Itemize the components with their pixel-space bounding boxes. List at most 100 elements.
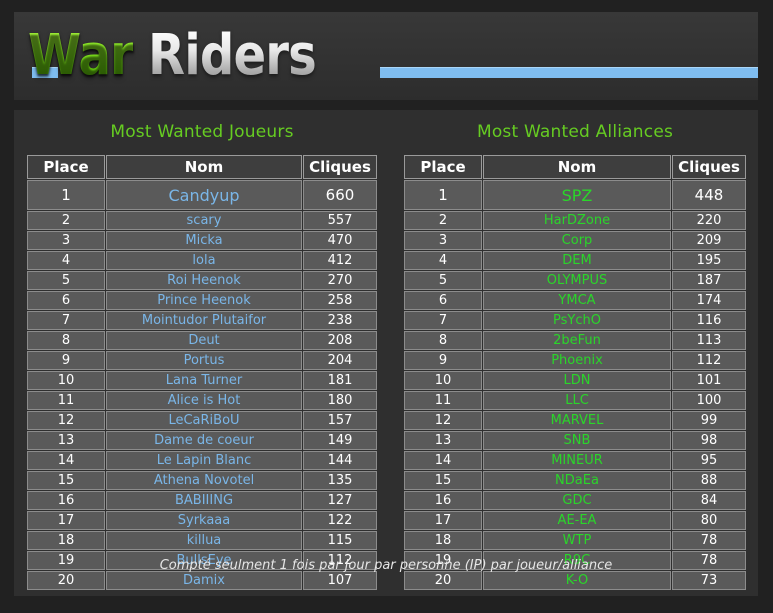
table-row[interactable]: 5 Roi Heenok 270 (27, 271, 377, 290)
table-row[interactable]: 16 BABIIING 127 (27, 491, 377, 510)
cell-clicks: 174 (672, 291, 746, 310)
cell-place: 11 (404, 391, 482, 410)
header-blue-rule (380, 67, 758, 78)
table-row[interactable]: 13 SNB 98 (404, 431, 746, 450)
column-header-name[interactable]: Nom (106, 155, 302, 179)
alliances-table: Place Nom Cliques 1 SPZ 448 2 HarDZone 220 3 Co… (403, 154, 747, 591)
cell-name[interactable]: Alice is Hot (106, 391, 302, 410)
cell-name[interactable]: Candyup (106, 180, 302, 210)
cell-name[interactable]: Damix (106, 571, 302, 590)
cell-name[interactable]: Micka (106, 231, 302, 250)
table-row[interactable]: 11 Alice is Hot 180 (27, 391, 377, 410)
table-row[interactable]: 3 Micka 470 (27, 231, 377, 250)
cell-name[interactable]: Portus (106, 351, 302, 370)
cell-place: 13 (404, 431, 482, 450)
cell-name[interactable]: Roi Heenok (106, 271, 302, 290)
cell-name[interactable]: SNB (483, 431, 671, 450)
cell-name[interactable]: K-O (483, 571, 671, 590)
table-row[interactable]: 6 Prince Heenok 258 (27, 291, 377, 310)
cell-place: 2 (27, 211, 105, 230)
table-row[interactable]: 18 killua 115 (27, 531, 377, 550)
cell-name[interactable]: PsYchO (483, 311, 671, 330)
cell-name[interactable]: BABIIING (106, 491, 302, 510)
cell-name[interactable]: Deut (106, 331, 302, 350)
table-row[interactable]: 11 LLC 100 (404, 391, 746, 410)
cell-name[interactable]: Phoenix (483, 351, 671, 370)
cell-name[interactable]: Lana Turner (106, 371, 302, 390)
cell-name[interactable]: SPZ (483, 180, 671, 210)
cell-name[interactable]: Prince Heenok (106, 291, 302, 310)
table-row[interactable]: 10 LDN 101 (404, 371, 746, 390)
table-row[interactable]: 4 lola 412 (27, 251, 377, 270)
table-row[interactable]: 15 Athena Novotel 135 (27, 471, 377, 490)
cell-name[interactable]: LLC (483, 391, 671, 410)
cell-name[interactable]: AE-EA (483, 511, 671, 530)
table-row[interactable]: 4 DEM 195 (404, 251, 746, 270)
table-row[interactable]: 14 MINEUR 95 (404, 451, 746, 470)
page-root: War Riders Most Wanted Joueurs Place Nom… (0, 0, 773, 613)
table-row[interactable]: 20 K-O 73 (404, 571, 746, 590)
cell-clicks: 180 (303, 391, 377, 410)
table-row[interactable]: 8 Deut 208 (27, 331, 377, 350)
table-row[interactable]: 10 Lana Turner 181 (27, 371, 377, 390)
cell-place: 18 (404, 531, 482, 550)
cell-name[interactable]: OLYMPUS (483, 271, 671, 290)
cell-name[interactable]: Mointudor Plutaifor (106, 311, 302, 330)
table-row[interactable]: 9 Portus 204 (27, 351, 377, 370)
cell-name[interactable]: GDC (483, 491, 671, 510)
table-row[interactable]: 3 Corp 209 (404, 231, 746, 250)
table-row[interactable]: 12 MARVEL 99 (404, 411, 746, 430)
cell-clicks: 258 (303, 291, 377, 310)
cell-name[interactable]: YMCA (483, 291, 671, 310)
cell-name[interactable]: DEM (483, 251, 671, 270)
table-row[interactable]: 9 Phoenix 112 (404, 351, 746, 370)
table-row[interactable]: 2 scary 557 (27, 211, 377, 230)
cell-name[interactable]: Syrkaaa (106, 511, 302, 530)
cell-name[interactable]: Athena Novotel (106, 471, 302, 490)
site-logo[interactable]: War Riders (28, 18, 344, 94)
table-row[interactable]: 6 YMCA 174 (404, 291, 746, 310)
cell-name[interactable]: 2beFun (483, 331, 671, 350)
cell-name[interactable]: Dame de coeur (106, 431, 302, 450)
cell-place: 1 (27, 180, 105, 210)
table-row[interactable]: 2 HarDZone 220 (404, 211, 746, 230)
cell-name[interactable]: WTP (483, 531, 671, 550)
cell-name[interactable]: MARVEL (483, 411, 671, 430)
table-row[interactable]: 1 Candyup 660 (27, 180, 377, 210)
cell-clicks: 195 (672, 251, 746, 270)
table-row[interactable]: 18 WTP 78 (404, 531, 746, 550)
column-header-clicks[interactable]: Cliques (672, 155, 746, 179)
table-row[interactable]: 12 LeCaRiBoU 157 (27, 411, 377, 430)
table-row[interactable]: 1 SPZ 448 (404, 180, 746, 210)
cell-name[interactable]: LDN (483, 371, 671, 390)
players-board-title: Most Wanted Joueurs (110, 122, 294, 142)
table-row[interactable]: 7 PsYchO 116 (404, 311, 746, 330)
table-row[interactable]: 16 GDC 84 (404, 491, 746, 510)
column-header-clicks[interactable]: Cliques (303, 155, 377, 179)
table-row[interactable]: 17 AE-EA 80 (404, 511, 746, 530)
table-row[interactable]: 13 Dame de coeur 149 (27, 431, 377, 450)
cell-name[interactable]: lola (106, 251, 302, 270)
cell-name[interactable]: killua (106, 531, 302, 550)
table-row[interactable]: 7 Mointudor Plutaifor 238 (27, 311, 377, 330)
table-row[interactable]: 5 OLYMPUS 187 (404, 271, 746, 290)
cell-place: 20 (404, 571, 482, 590)
table-row[interactable]: 17 Syrkaaa 122 (27, 511, 377, 530)
cell-name[interactable]: scary (106, 211, 302, 230)
cell-name[interactable]: NDaEa (483, 471, 671, 490)
cell-name[interactable]: Le Lapin Blanc (106, 451, 302, 470)
cell-name[interactable]: HarDZone (483, 211, 671, 230)
table-row[interactable]: 14 Le Lapin Blanc 144 (27, 451, 377, 470)
table-row[interactable]: 20 Damix 107 (27, 571, 377, 590)
cell-clicks: 144 (303, 451, 377, 470)
table-row[interactable]: 15 NDaEa 88 (404, 471, 746, 490)
cell-name[interactable]: Corp (483, 231, 671, 250)
alliances-board-title: Most Wanted Alliances (476, 122, 674, 142)
column-header-place[interactable]: Place (27, 155, 105, 179)
cell-name[interactable]: LeCaRiBoU (106, 411, 302, 430)
cell-place: 10 (27, 371, 105, 390)
column-header-name[interactable]: Nom (483, 155, 671, 179)
column-header-place[interactable]: Place (404, 155, 482, 179)
table-row[interactable]: 8 2beFun 113 (404, 331, 746, 350)
cell-name[interactable]: MINEUR (483, 451, 671, 470)
